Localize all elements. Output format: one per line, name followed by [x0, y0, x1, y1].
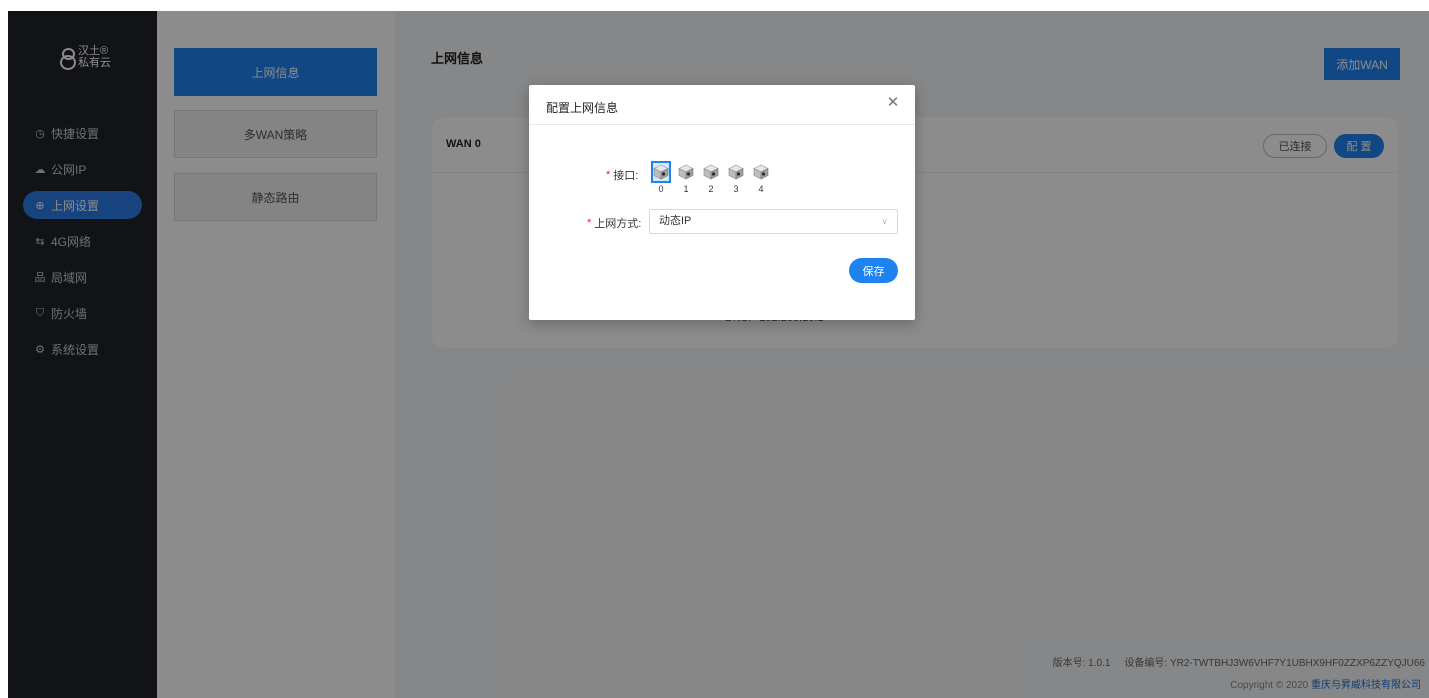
- ethernet-port-icon: [678, 164, 694, 180]
- configure-internet-dialog: 配置上网信息 ✕ * 接口: 0 1 2 3 4 * 上网方式: 动态IP ∨ …: [529, 85, 915, 320]
- port-number: 3: [733, 184, 739, 194]
- save-button[interactable]: 保存: [849, 258, 898, 283]
- port-number: 2: [708, 184, 714, 194]
- port-option[interactable]: 1: [676, 161, 696, 194]
- required-asterisk: *: [606, 169, 611, 181]
- port-number: 0: [658, 184, 664, 194]
- port-selector: 0 1 2 3 4: [651, 161, 771, 194]
- port-field-label: * 接口:: [606, 169, 639, 182]
- port-number: 1: [683, 184, 689, 194]
- port-number: 4: [758, 184, 764, 194]
- internet-mode-value: 动态IP: [659, 215, 692, 227]
- required-asterisk: *: [587, 217, 592, 229]
- port-option[interactable]: 0: [651, 161, 671, 194]
- port-option[interactable]: 3: [726, 161, 746, 194]
- port-option[interactable]: 2: [701, 161, 721, 194]
- ethernet-port-icon: [653, 164, 669, 180]
- dialog-title: 配置上网信息: [546, 101, 619, 115]
- ethernet-port-icon: [753, 164, 769, 180]
- close-icon[interactable]: ✕: [885, 95, 901, 111]
- mode-field-label: * 上网方式:: [587, 217, 642, 230]
- internet-mode-select[interactable]: 动态IP ∨: [649, 209, 898, 234]
- port-option[interactable]: 4: [751, 161, 771, 194]
- ethernet-port-icon: [728, 164, 744, 180]
- app-frame: 汉土® 私有云 ◷ 快捷设置 ☁ 公网IP ⊕ 上网设置 ⇆ 4G网络 品 局域…: [8, 11, 1429, 698]
- dialog-header: 配置上网信息 ✕: [529, 85, 915, 125]
- chevron-down-icon: ∨: [881, 216, 888, 226]
- ethernet-port-icon: [703, 164, 719, 180]
